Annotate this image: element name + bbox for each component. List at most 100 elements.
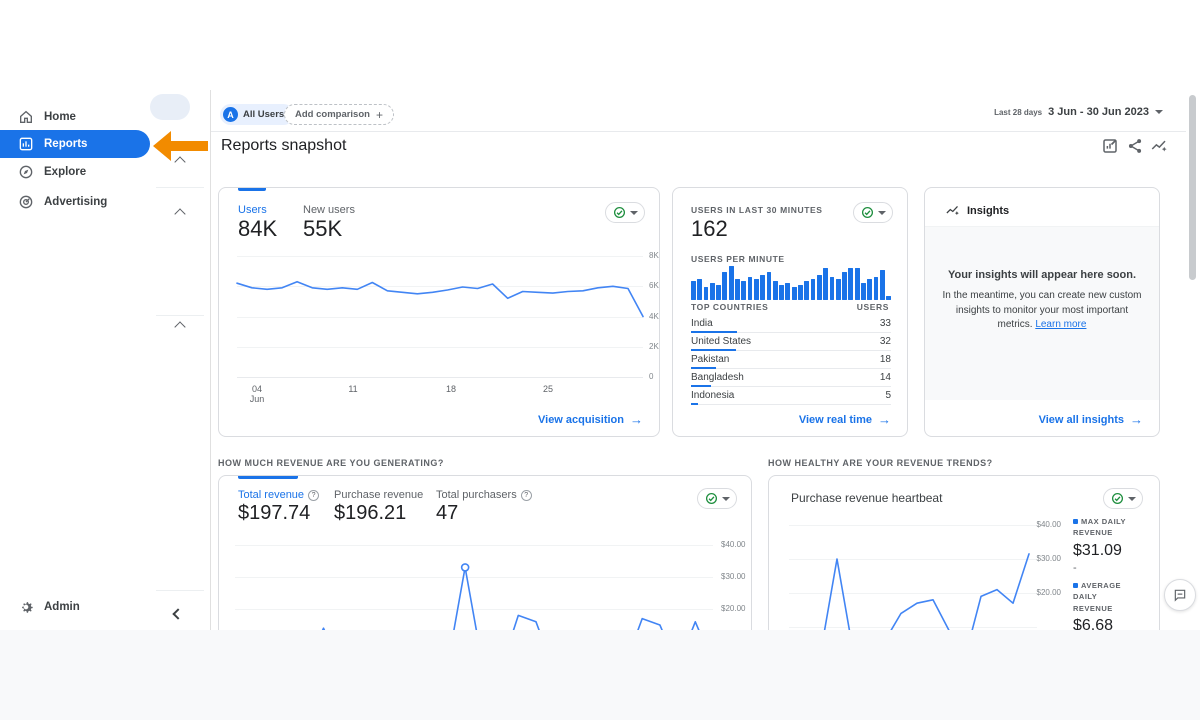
data-quality-dropdown[interactable] — [853, 202, 893, 223]
users-overview-card: Users 84K New users 55K 8K 6K 4K 2K 0 04… — [218, 187, 660, 437]
explore-icon — [19, 165, 33, 179]
minute-bar — [760, 274, 766, 300]
minute-bar — [816, 274, 822, 300]
sidebar-item-label: Advertising — [44, 196, 108, 208]
new-users-value: 55K — [303, 216, 343, 241]
help-icon[interactable]: ? — [308, 489, 320, 501]
tab-purchase-revenue[interactable]: Purchase revenue — [334, 489, 423, 501]
legend-max-daily: MAX DAILY REVENUE $31.09 - — [1073, 516, 1135, 574]
collapse-section-icon[interactable] — [174, 208, 186, 220]
date-range-value: 3 Jun - 30 Jun 2023 — [1048, 106, 1149, 118]
minute-bar — [766, 272, 772, 300]
check-circle-icon — [613, 206, 625, 219]
topbar-divider — [211, 131, 1186, 132]
insights-sparkline-icon[interactable] — [1150, 137, 1168, 155]
section-label-revenue: HOW MUCH REVENUE ARE YOU GENERATING? — [218, 458, 444, 468]
insights-header: Insights — [967, 205, 1010, 217]
page-bottom-band — [0, 630, 1200, 720]
y-axis-tick: $30.00 — [1036, 554, 1061, 563]
total-purchasers-value: 47 — [436, 502, 459, 524]
minute-bar — [835, 278, 841, 300]
chat-bubble-icon — [1174, 589, 1186, 602]
country-name: Pakistan — [691, 354, 730, 365]
rail-selected-pill[interactable] — [150, 94, 190, 120]
customize-report-icon[interactable] — [1101, 137, 1119, 155]
date-preset-label: Last 28 days — [994, 107, 1043, 117]
minute-bar — [741, 280, 747, 300]
view-acquisition-link[interactable]: View acquisition → — [538, 413, 643, 426]
minute-bar — [848, 268, 854, 300]
tab-users[interactable]: Users — [238, 204, 267, 216]
sidebar-item-admin[interactable]: Admin — [0, 593, 150, 621]
scrollbar-thumb[interactable] — [1189, 95, 1196, 280]
users-per-minute-bar-chart — [691, 266, 891, 300]
legend-avg-daily: AVERAGE DAILY REVENUE $6.68 — [1073, 580, 1135, 630]
minute-bar — [804, 280, 810, 300]
total-revenue-value: $197.74 — [238, 502, 311, 524]
legend-dot — [1073, 519, 1078, 524]
tab-total-purchasers[interactable]: Total purchasers? — [436, 489, 532, 501]
page-title: Reports snapshot — [221, 137, 347, 154]
collapse-section-icon[interactable] — [174, 321, 186, 333]
minute-bar — [886, 295, 891, 300]
users-per-minute-label: USERS PER MINUTE — [691, 254, 785, 264]
secondary-nav-rail — [150, 90, 211, 630]
arrow-right-icon: → — [630, 412, 643, 427]
minute-bar — [861, 283, 866, 300]
data-quality-dropdown[interactable] — [1103, 488, 1143, 509]
sidebar-item-home[interactable]: Home — [0, 103, 150, 131]
arrow-right-icon: → — [878, 412, 891, 427]
share-icon[interactable] — [1126, 137, 1144, 155]
insights-card: Insights Your insights will appear here … — [924, 187, 1160, 437]
plus-icon: + — [375, 107, 383, 122]
collapse-rail-icon[interactable] — [172, 608, 184, 620]
minute-bar — [829, 276, 835, 300]
sidebar-item-explore[interactable]: Explore — [0, 158, 150, 186]
data-quality-dropdown[interactable] — [605, 202, 645, 223]
view-all-insights-link[interactable]: View all insights → — [1039, 413, 1143, 426]
country-bar — [691, 403, 698, 405]
country-row: Bangladesh 14 — [691, 369, 891, 387]
sidebar-item-advertising[interactable]: Advertising — [0, 188, 150, 216]
learn-more-link[interactable]: Learn more — [1035, 319, 1086, 330]
minute-bar — [716, 285, 721, 300]
tab-new-users[interactable]: New users — [303, 204, 355, 216]
sidebar-item-label: Home — [44, 111, 76, 123]
sidebar-item-reports[interactable]: Reports — [0, 130, 150, 158]
top-countries-header: TOP COUNTRIES — [691, 302, 769, 312]
minute-bar — [735, 278, 740, 300]
chat-feedback-button[interactable] — [1164, 579, 1196, 611]
minute-bar — [779, 285, 784, 300]
add-comparison-button[interactable]: Add comparison + — [284, 104, 394, 125]
country-users: 33 — [879, 318, 891, 329]
y-axis-tick: 8K — [649, 251, 659, 260]
y-axis-tick: $20.00 — [1036, 588, 1061, 597]
minute-bar — [772, 280, 778, 300]
minute-bar — [722, 272, 728, 300]
avg-daily-value: $6.68 — [1073, 616, 1114, 630]
chevron-down-icon — [877, 210, 886, 215]
country-name: Indonesia — [691, 390, 735, 401]
check-circle-icon — [861, 206, 873, 219]
users-value: 84K — [238, 216, 278, 241]
active-tab-indicator — [238, 476, 298, 479]
date-range-picker[interactable]: Last 28 days 3 Jun - 30 Jun 2023 — [994, 106, 1163, 118]
minute-bar — [873, 276, 879, 300]
view-real-time-link[interactable]: View real time → — [799, 413, 891, 426]
users-trend-line-chart — [236, 280, 644, 318]
x-axis-tick: 04 Jun — [249, 384, 265, 404]
y-axis-tick: $30.00 — [721, 572, 746, 581]
minute-bar — [691, 280, 696, 300]
y-axis-tick: 4K — [649, 312, 659, 321]
rail-divider — [156, 590, 204, 591]
minute-bar — [703, 287, 709, 300]
tab-total-revenue[interactable]: Total revenue? — [238, 489, 320, 501]
data-quality-dropdown[interactable] — [697, 488, 737, 509]
help-icon[interactable]: ? — [520, 489, 532, 501]
minute-bar — [753, 278, 759, 300]
realtime-card: USERS IN LAST 30 MINUTES 162 USERS PER M… — [672, 187, 908, 437]
minute-bar — [867, 278, 873, 300]
minute-bar — [823, 268, 829, 300]
country-row: India 33 — [691, 315, 891, 333]
realtime-title: USERS IN LAST 30 MINUTES — [691, 205, 823, 215]
